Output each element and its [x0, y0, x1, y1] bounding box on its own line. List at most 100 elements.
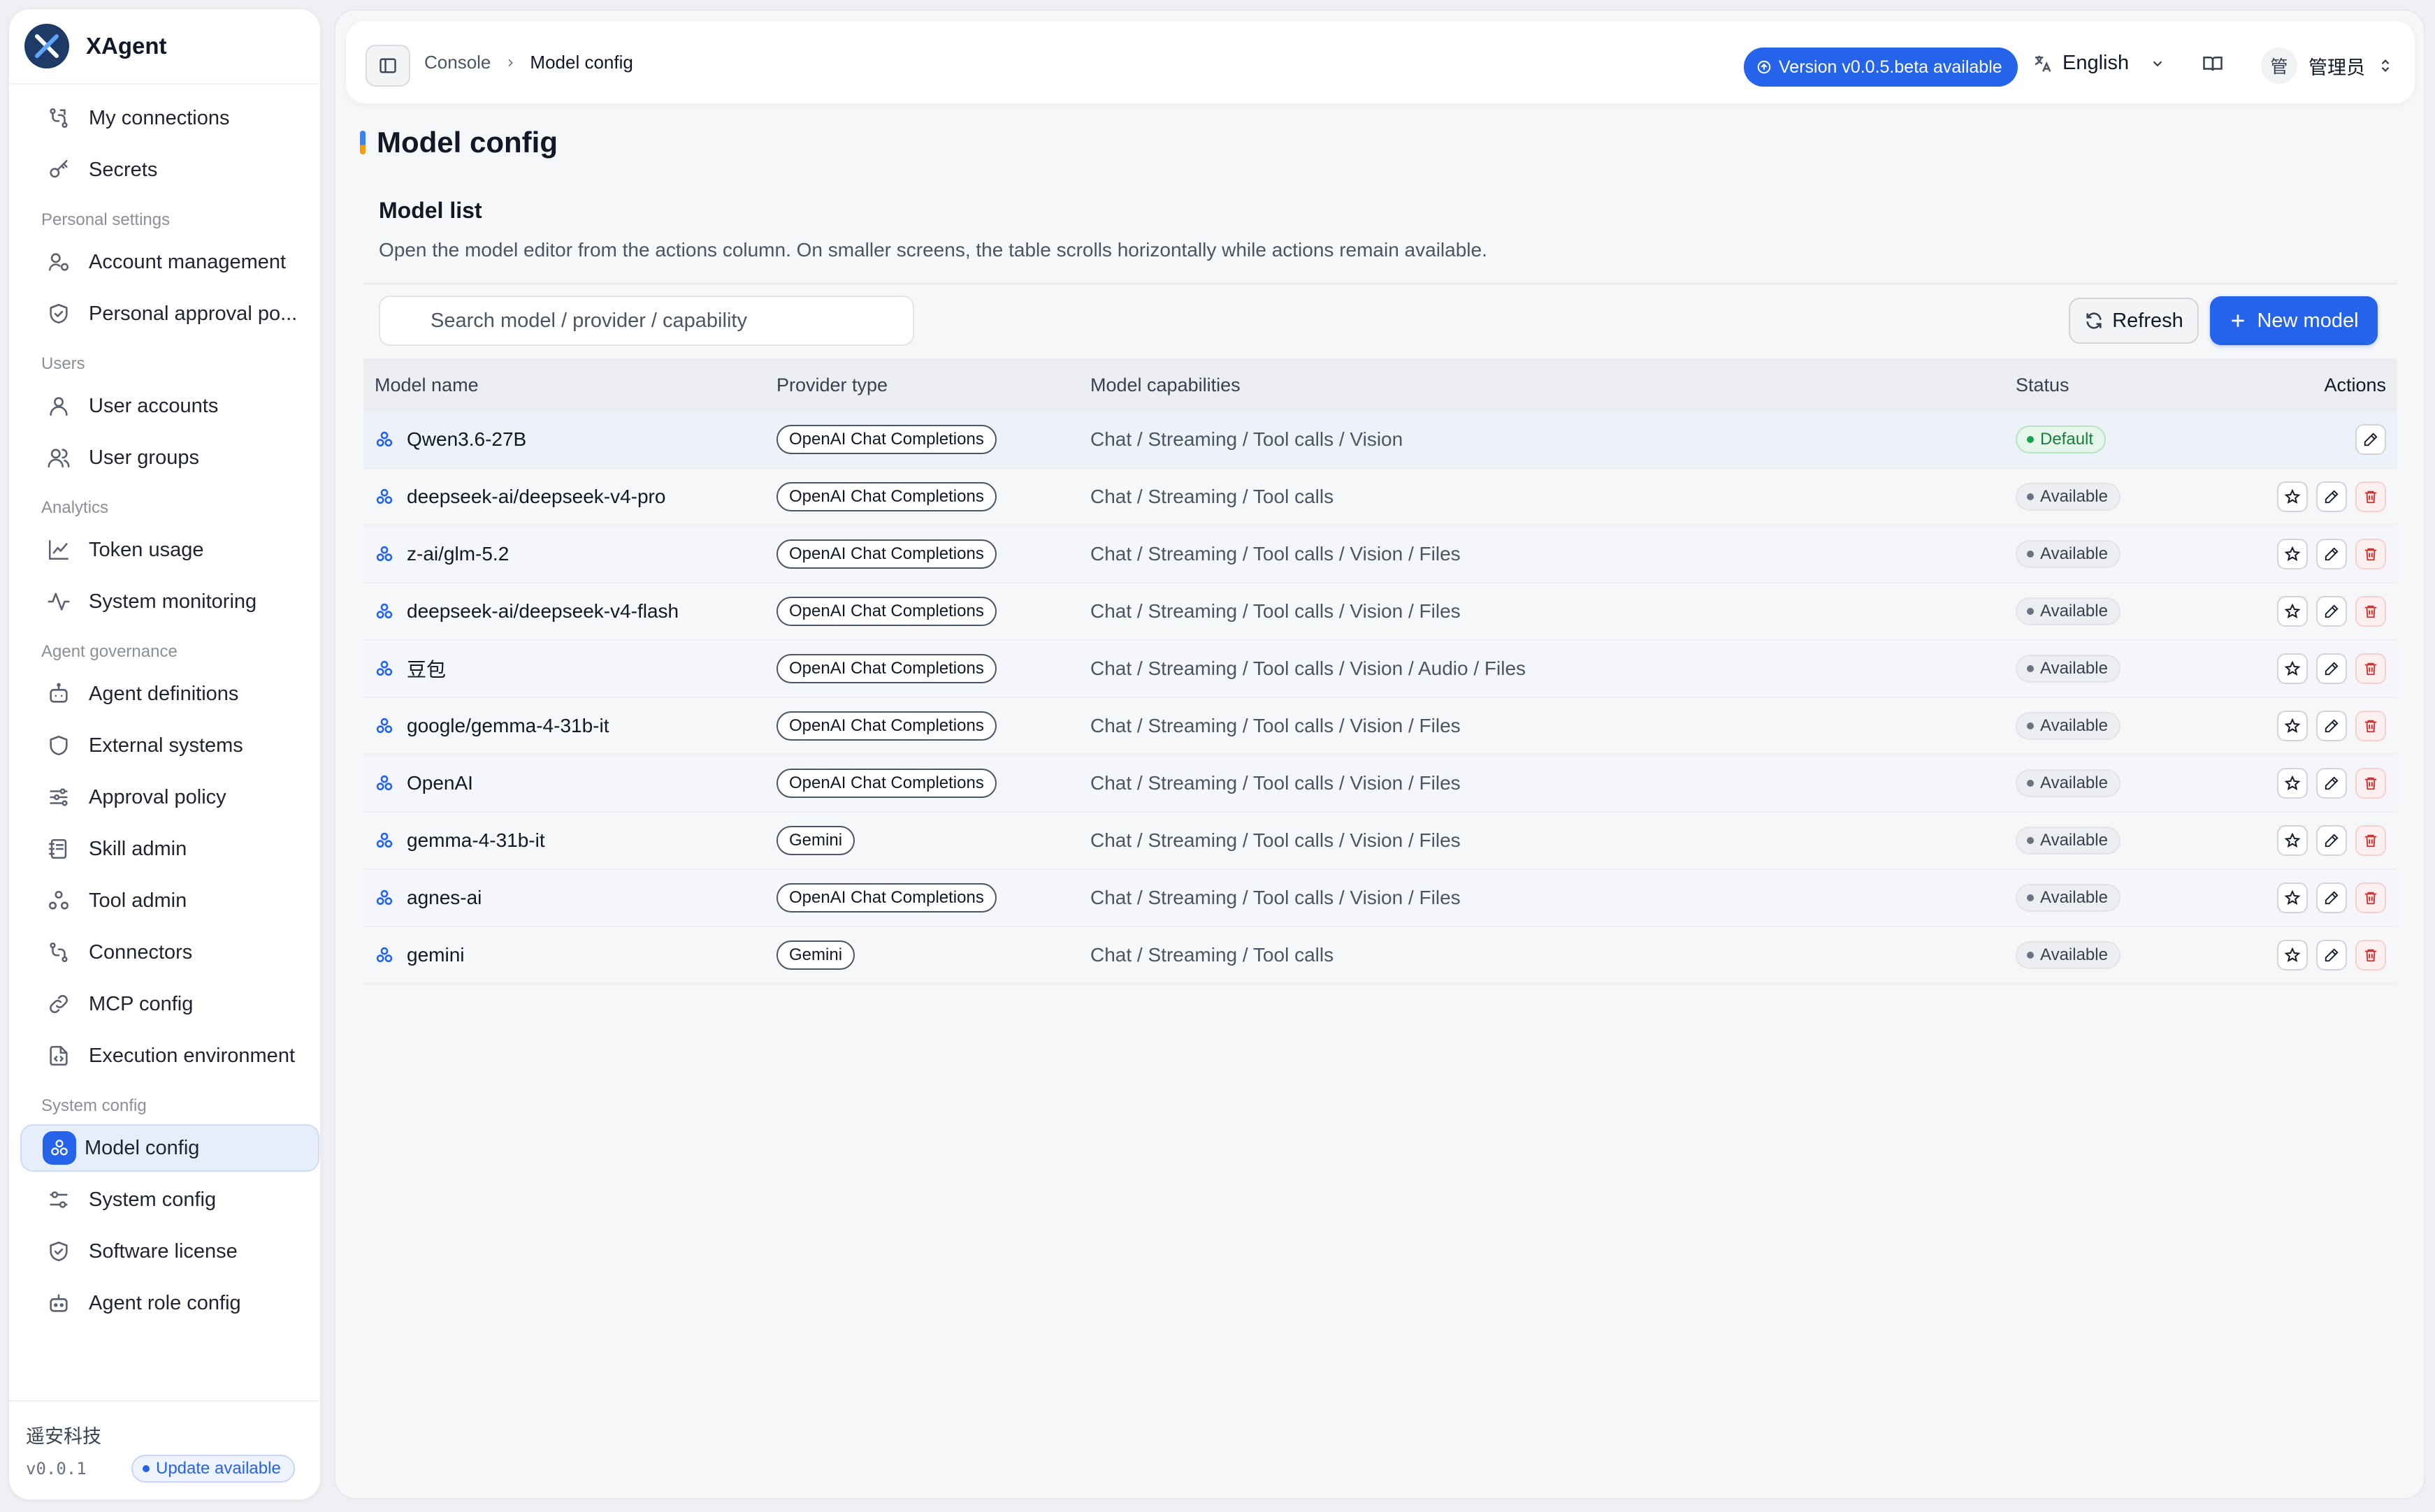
sidebar-item-personal-approval-po[interactable]: Personal approval po...: [20, 290, 319, 337]
plug-icon: [47, 940, 71, 964]
set-default-button[interactable]: [2277, 481, 2308, 512]
sidebar-item-execution-environment[interactable]: Execution environment: [20, 1032, 319, 1080]
edit-button[interactable]: [2316, 825, 2347, 856]
new-model-button[interactable]: New model: [2210, 296, 2378, 345]
edit-button[interactable]: [2316, 882, 2347, 913]
sidebar-item-my-connections[interactable]: My connections: [20, 94, 319, 142]
table-row[interactable]: agnes-ai OpenAI Chat Completions Chat / …: [363, 870, 2397, 927]
shield-icon: [47, 734, 71, 757]
docs-button[interactable]: [2202, 53, 2223, 74]
search-input[interactable]: [379, 296, 914, 346]
set-default-button[interactable]: [2277, 940, 2308, 971]
sidebar-toggle-button[interactable]: [366, 45, 410, 87]
model-name: deepseek-ai/deepseek-v4-flash: [407, 600, 679, 622]
edit-button[interactable]: [2316, 596, 2347, 627]
table-row[interactable]: z-ai/glm-5.2 OpenAI Chat Completions Cha…: [363, 526, 2397, 583]
sidebar-item-tool-admin[interactable]: Tool admin: [20, 877, 319, 924]
model-name-cell: gemma-4-31b-it: [375, 813, 545, 868]
edit-button[interactable]: [2316, 481, 2347, 512]
model-name-cell: deepseek-ai/deepseek-v4-pro: [375, 469, 665, 525]
sidebar-section-title: Analytics: [41, 498, 109, 517]
table-row[interactable]: deepseek-ai/deepseek-v4-flash OpenAI Cha…: [363, 583, 2397, 641]
status-badge: Available: [2016, 712, 2120, 740]
delete-button[interactable]: [2355, 882, 2386, 913]
star-icon: [2284, 488, 2301, 505]
set-default-button[interactable]: [2277, 825, 2308, 856]
connections-icon: [47, 106, 71, 130]
star-icon: [2284, 546, 2301, 562]
delete-button[interactable]: [2355, 539, 2386, 569]
provider-badge: Gemini: [776, 940, 855, 970]
edit-button[interactable]: [2316, 539, 2347, 569]
language-select[interactable]: English: [2032, 52, 2165, 75]
status-label: Available: [2040, 659, 2108, 678]
set-default-button[interactable]: [2277, 882, 2308, 913]
refresh-button[interactable]: Refresh: [2069, 298, 2199, 344]
brand[interactable]: XAgent: [9, 9, 320, 85]
status-badge: Available: [2016, 597, 2120, 625]
breadcrumb-console[interactable]: Console: [424, 52, 491, 73]
edit-button[interactable]: [2316, 653, 2347, 684]
sidebar-item-software-license[interactable]: Software license: [20, 1228, 319, 1275]
sidebar-section-title: Agent governance: [41, 642, 178, 661]
set-default-button[interactable]: [2277, 768, 2308, 799]
edit-button[interactable]: [2355, 424, 2386, 455]
provider-cell: OpenAI Chat Completions: [776, 469, 997, 525]
sidebar-item-user-accounts[interactable]: User accounts: [20, 382, 319, 430]
set-default-button[interactable]: [2277, 596, 2308, 627]
delete-button[interactable]: [2355, 768, 2386, 799]
robot-icon: [47, 1291, 71, 1315]
model-icon: [375, 831, 394, 850]
sidebar-item-external-systems[interactable]: External systems: [20, 722, 319, 769]
delete-button[interactable]: [2355, 940, 2386, 971]
sidebar-item-mcp-config[interactable]: MCP config: [20, 980, 319, 1028]
set-default-button[interactable]: [2277, 539, 2308, 569]
model-name-cell: OpenAI: [375, 755, 473, 811]
table-row[interactable]: Qwen3.6-27B OpenAI Chat Completions Chat…: [363, 412, 2397, 469]
table-row[interactable]: deepseek-ai/deepseek-v4-pro OpenAI Chat …: [363, 469, 2397, 526]
status-cell: Available: [2016, 813, 2120, 868]
delete-button[interactable]: [2355, 653, 2386, 684]
delete-button[interactable]: [2355, 481, 2386, 512]
table-row[interactable]: OpenAI OpenAI Chat Completions Chat / St…: [363, 755, 2397, 813]
sidebar-item-agent-role-config[interactable]: Agent role config: [20, 1279, 319, 1327]
set-default-button[interactable]: [2277, 711, 2308, 741]
sidebar-item-token-usage[interactable]: Token usage: [20, 526, 319, 574]
sidebar-item-system-config[interactable]: System config: [20, 1176, 319, 1223]
model-name: gemini: [407, 944, 465, 966]
table-row[interactable]: google/gemma-4-31b-it OpenAI Chat Comple…: [363, 698, 2397, 755]
status-badge: Available: [2016, 483, 2120, 511]
set-default-button[interactable]: [2277, 653, 2308, 684]
delete-button[interactable]: [2355, 596, 2386, 627]
model-capabilities: Chat / Streaming / Tool calls / Vision /…: [1090, 829, 1461, 851]
table-row[interactable]: 豆包 OpenAI Chat Completions Chat / Stream…: [363, 641, 2397, 698]
edit-button[interactable]: [2316, 940, 2347, 971]
user-menu[interactable]: 管 管理员: [2261, 48, 2393, 84]
sidebar-item-label: Agent definitions: [89, 682, 239, 705]
update-available-badge[interactable]: Update available: [131, 1455, 295, 1483]
sidebar-item-secrets[interactable]: Secrets: [20, 146, 319, 194]
edit-button[interactable]: [2316, 768, 2347, 799]
table-header: Model name Provider type Model capabilit…: [363, 358, 2397, 412]
status-cell: Available: [2016, 526, 2120, 582]
sidebar-item-skill-admin[interactable]: Skill admin: [20, 825, 319, 873]
sidebar-item-label: Connectors: [89, 940, 193, 964]
table-row[interactable]: gemma-4-31b-it Gemini Chat / Streaming /…: [363, 813, 2397, 870]
sidebar-item-system-monitoring[interactable]: System monitoring: [20, 578, 319, 625]
edit-button[interactable]: [2316, 711, 2347, 741]
version-available-button[interactable]: Version v0.0.5.beta available: [1744, 48, 2018, 87]
sidebar-item-account-management[interactable]: Account management: [20, 238, 319, 286]
file-code-icon: [47, 1044, 71, 1068]
delete-button[interactable]: [2355, 711, 2386, 741]
sidebar-item-agent-definitions[interactable]: Agent definitions: [20, 670, 319, 718]
status-badge: Available: [2016, 884, 2120, 912]
sidebar-item-connectors[interactable]: Connectors: [20, 929, 319, 976]
sidebar-item-approval-policy[interactable]: Approval policy: [20, 773, 319, 821]
model-icon: [375, 430, 394, 449]
delete-button[interactable]: [2355, 825, 2386, 856]
table-row[interactable]: gemini Gemini Chat / Streaming / Tool ca…: [363, 927, 2397, 984]
line-chart-icon: [47, 538, 71, 562]
sidebar-item-user-groups[interactable]: User groups: [20, 434, 319, 481]
sidebar-item-model-config[interactable]: Model config: [20, 1124, 319, 1172]
status-cell: Default: [2016, 412, 2107, 467]
